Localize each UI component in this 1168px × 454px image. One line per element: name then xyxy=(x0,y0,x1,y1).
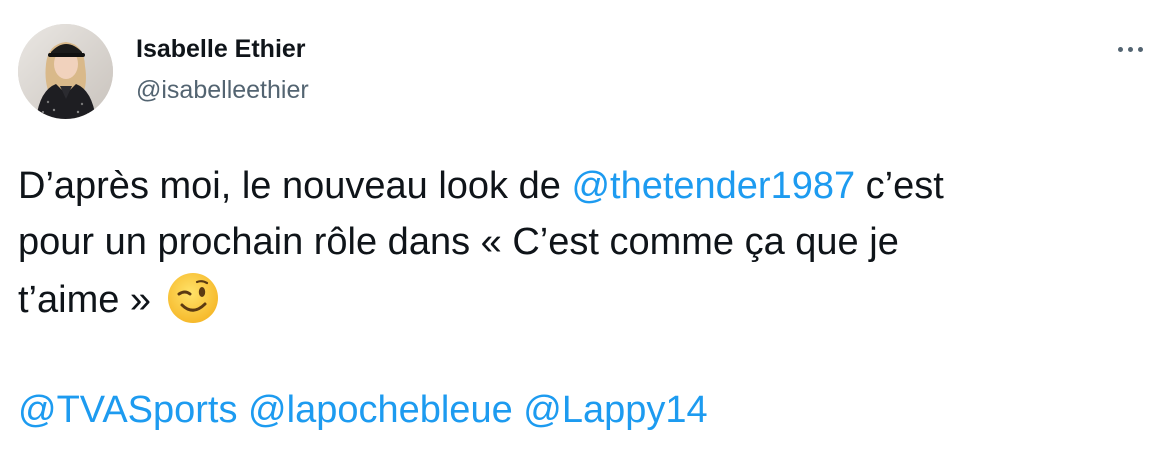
tweet-text-line: t’aime » xyxy=(18,270,1148,326)
tweet-text: D’après moi, le nouveau look de @thetend… xyxy=(18,158,1148,438)
mention-link-tvasports[interactable]: @TVASports xyxy=(18,389,237,431)
tweet-text-line: D’après moi, le nouveau look de @thetend… xyxy=(18,158,1148,214)
mention-link[interactable]: @thetender1987 xyxy=(571,165,855,207)
tweet-text-segment: t’aime » xyxy=(18,279,152,321)
tweet-card: Isabelle Ethier @isabelleethier D’après … xyxy=(0,0,1168,454)
more-options-button[interactable] xyxy=(1108,34,1152,64)
author-display-name[interactable]: Isabelle Ethier xyxy=(136,33,306,65)
winking-face-emoji xyxy=(165,270,221,326)
mention-link-lapochebleue[interactable]: @lapochebleue xyxy=(248,389,513,431)
tweet-mentions-line: @TVASports @lapochebleue @Lappy14 xyxy=(18,382,1148,438)
tweet-text-line: pour un prochain rôle dans « C’est comme… xyxy=(18,221,899,263)
mention-link-lappy14[interactable]: @Lappy14 xyxy=(523,389,707,431)
more-horizontal-icon xyxy=(1117,46,1123,52)
tweet-text-segment: D’après moi, le nouveau look de xyxy=(18,165,572,207)
more-horizontal-icon-dot xyxy=(1137,46,1143,52)
author-handle[interactable]: @isabelleethier xyxy=(136,74,309,106)
avatar[interactable] xyxy=(18,24,113,119)
tweet-text-segment: c’est xyxy=(855,165,944,207)
more-horizontal-icon-dot xyxy=(1127,46,1133,52)
